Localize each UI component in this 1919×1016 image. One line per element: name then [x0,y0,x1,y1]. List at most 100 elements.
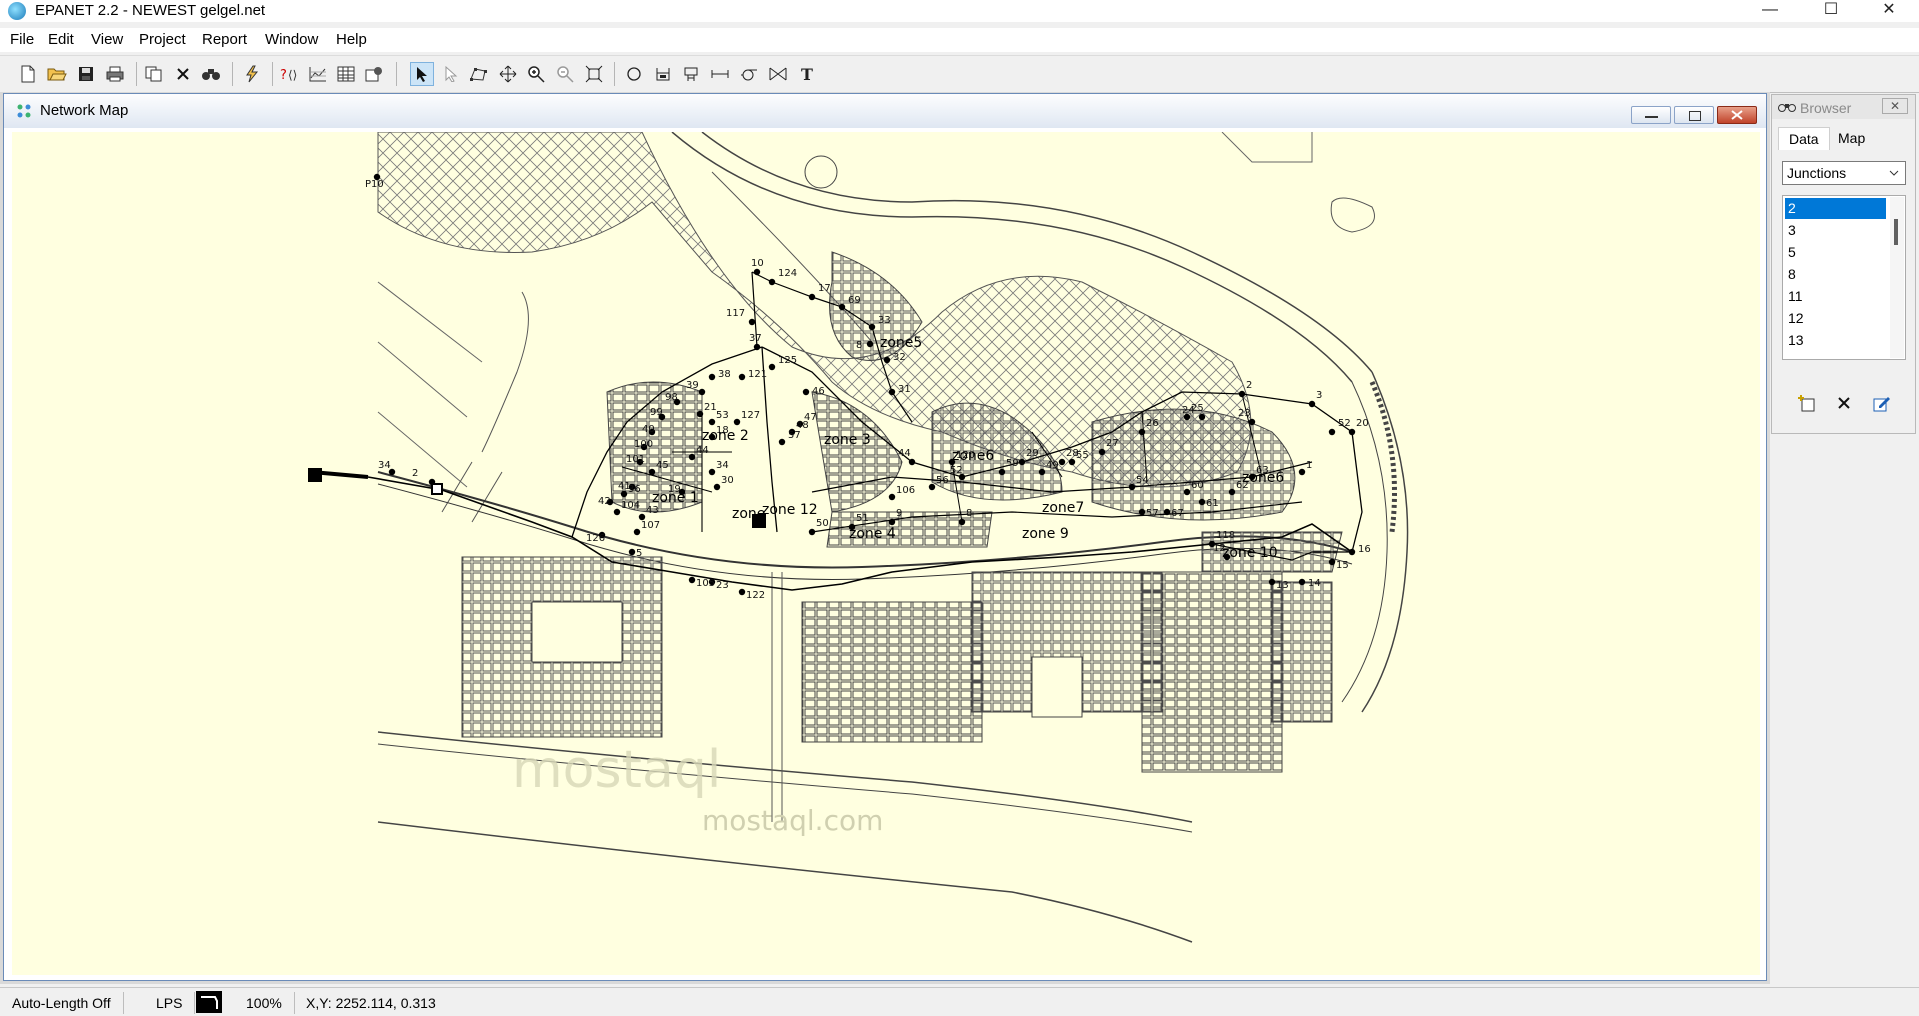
junction-node[interactable] [708,373,716,381]
maximize-button[interactable]: ☐ [1808,0,1854,22]
auto-length-status[interactable]: Auto-Length Off [12,992,124,1014]
junction-node[interactable] [1183,488,1191,496]
junction-node[interactable] [708,418,716,426]
map-close-button[interactable] [1717,106,1757,124]
junction-node[interactable] [802,388,810,396]
junction-node[interactable] [753,343,761,351]
scrollbar-thumb[interactable] [1894,219,1898,245]
list-item[interactable]: 2 [1785,198,1886,219]
junction-node[interactable] [888,493,896,501]
pan-icon[interactable] [496,62,520,86]
junction-node[interactable] [1018,458,1026,466]
junction-node[interactable] [628,548,636,556]
table-icon[interactable] [334,62,358,86]
run-icon[interactable] [240,62,264,86]
menu-view[interactable]: View [91,31,123,48]
new-file-icon[interactable] [16,62,40,86]
list-item[interactable]: 12 [1785,308,1886,329]
junction-node[interactable] [738,373,746,381]
copy-icon[interactable] [142,62,166,86]
list-item[interactable]: 13 [1785,330,1886,351]
junction-node[interactable] [1163,508,1171,516]
menu-help[interactable]: Help [336,31,367,48]
junction-node[interactable] [1198,413,1206,421]
junction-node[interactable] [1238,390,1246,398]
delete-object-icon[interactable] [1832,391,1856,415]
delete-icon[interactable] [171,62,195,86]
menu-project[interactable]: Project [139,31,186,48]
list-scrollbar[interactable] [1890,197,1904,358]
junction-node[interactable] [1328,558,1336,566]
junction-node[interactable] [1228,488,1236,496]
junction-node[interactable] [696,410,704,418]
add-reservoir-icon[interactable] [651,62,675,86]
tab-map[interactable]: Map [1828,127,1875,149]
edit-object-icon[interactable] [1870,391,1894,415]
junction-node[interactable] [648,468,656,476]
select-region-icon[interactable] [467,62,491,86]
junction-node[interactable] [838,303,846,311]
add-pump-icon[interactable] [737,62,761,86]
junction-node[interactable] [633,528,641,536]
junction-node[interactable] [713,483,721,491]
add-label-icon[interactable]: T [795,62,819,86]
junction-node[interactable] [1198,498,1206,506]
zoom-in-icon[interactable] [524,62,548,86]
junction-node[interactable] [808,528,816,536]
junction-node[interactable] [866,340,874,348]
list-item[interactable]: 8 [1785,264,1886,285]
junction-node[interactable] [1268,578,1276,586]
junction-node[interactable] [928,483,936,491]
select-object-icon[interactable] [410,62,434,86]
graph-icon[interactable] [306,62,330,86]
add-valve-icon[interactable] [766,62,790,86]
junction-node[interactable] [1248,418,1256,426]
network-map-drawing[interactable]: 1012417693383231117371251213839989940100… [12,132,1760,975]
select-vertex-icon[interactable] [439,62,463,86]
add-tank-icon[interactable] [679,62,703,86]
network-map-canvas[interactable]: 10 124 17 69 33 8 32 31 117 37 125 121 38 39 98 99 40 100… [12,132,1760,975]
list-item[interactable]: 11 [1785,286,1886,307]
find-icon[interactable] [199,62,223,86]
menu-file[interactable]: File [10,31,34,48]
junction-node[interactable] [888,518,896,526]
object-category-select[interactable]: Junctions [1782,161,1906,185]
add-object-icon[interactable] [1794,391,1818,415]
junction-node[interactable] [708,468,716,476]
junction-node[interactable] [998,468,1006,476]
object-list[interactable]: 2 3 5 8 11 12 13 [1782,195,1906,360]
junction-node[interactable] [888,388,896,396]
map-minimize-button[interactable] [1631,106,1671,124]
junction-node[interactable] [753,268,761,276]
add-pipe-icon[interactable] [708,62,732,86]
print-icon[interactable] [103,62,127,86]
junction-node[interactable] [1348,548,1356,556]
junction-node[interactable] [1058,458,1066,466]
map-restore-button[interactable] [1674,106,1714,124]
query-icon[interactable]: ? ⟨⟩ [278,62,302,86]
junction-node[interactable] [748,318,756,326]
junction-node[interactable] [958,518,966,526]
minimize-button[interactable]: — [1747,0,1793,22]
options-icon[interactable] [362,62,386,86]
add-junction-icon[interactable] [622,62,646,86]
junction-node[interactable] [738,588,746,596]
junction-node[interactable] [1038,468,1046,476]
list-item[interactable]: 3 [1785,220,1886,241]
zoom-out-icon[interactable] [553,62,577,86]
network-map-titlebar[interactable]: Network Map [4,94,1766,128]
junction-node[interactable] [808,293,816,301]
junction-node[interactable] [1298,468,1306,476]
close-button[interactable]: ✕ [1866,0,1912,22]
junction-node[interactable] [1328,428,1336,436]
open-file-icon[interactable] [45,62,69,86]
junction-node[interactable] [768,278,776,286]
junction-node[interactable] [698,388,706,396]
list-item[interactable]: 5 [1785,242,1886,263]
menu-window[interactable]: Window [265,31,318,48]
junction-node[interactable] [778,438,786,446]
tab-data[interactable]: Data [1778,127,1830,150]
browser-close-button[interactable]: ✕ [1882,98,1908,114]
junction-node[interactable] [868,323,876,331]
menu-report[interactable]: Report [202,31,247,48]
